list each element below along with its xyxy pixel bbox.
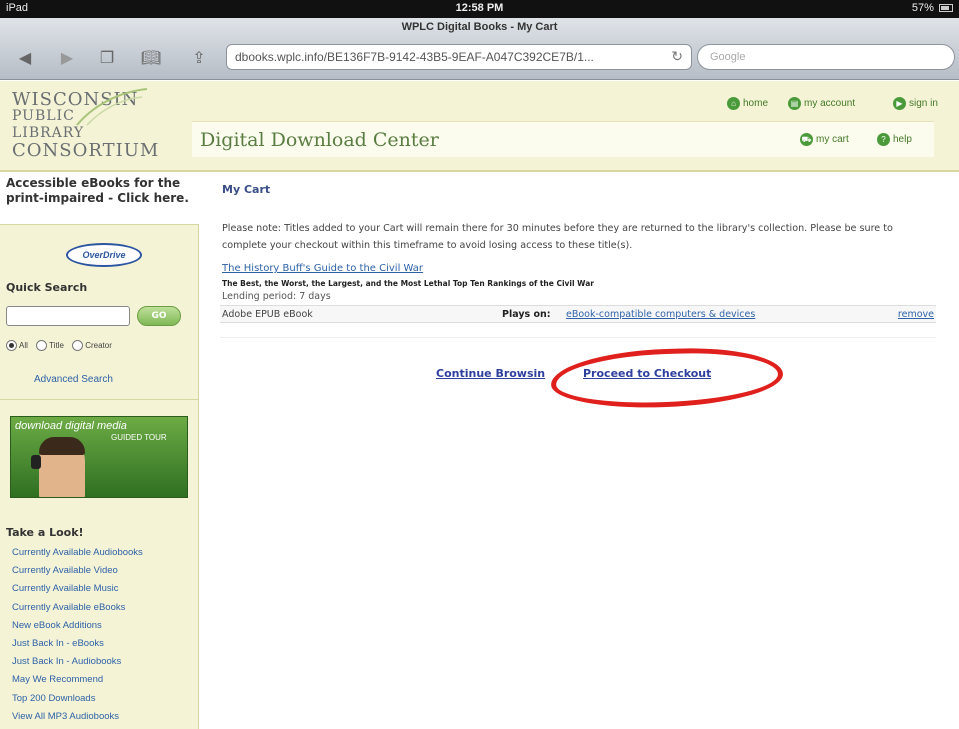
list-item[interactable]: New eBook Additions [12,617,143,635]
remove-link[interactable]: remove [898,309,934,320]
help-link[interactable]: ? help [877,133,912,146]
content-divider [220,337,936,338]
sign-in-link[interactable]: ▶ sign in [893,97,938,110]
address-bar[interactable]: dbooks.wplc.info/BE136F7B-9142-43B5-9EAF… [226,44,692,70]
format-label: Adobe EPUB eBook [222,309,313,320]
bookmarks-icon[interactable]: 📖︎ [140,48,162,68]
overdrive-logo[interactable]: OverDrive [66,243,142,267]
account-icon: ▤ [788,97,801,110]
tabs-icon[interactable]: ❐ [96,48,118,68]
radio-creator-label: Creator [85,341,112,350]
sidebar: Accessible eBooks for the print-impaired… [0,173,199,729]
list-item[interactable]: Currently Available Video [12,562,143,580]
help-icon: ? [877,133,890,146]
battery-indicator: 57% [912,2,953,14]
cart-icon: ⛟ [800,133,813,146]
logo-line: CONSORTIUM [12,140,160,161]
sign-in-icon: ▶ [893,97,906,110]
search-scope-radios: All Title Creator [6,340,118,351]
take-a-look-list: Currently Available Audiobooks Currently… [12,544,143,726]
home-label: home [743,98,769,110]
format-row: Adobe EPUB eBook Plays on: eBook-compati… [220,305,936,323]
list-item[interactable]: View All MP3 Audiobooks [12,708,143,726]
cart-note: Please note: Titles added to your Cart w… [222,223,893,251]
advanced-search-link[interactable]: Advanced Search [34,374,113,385]
list-item[interactable]: Just Back In - Audiobooks [12,653,143,671]
page-title: My Cart [222,183,271,196]
take-a-look-heading: Take a Look! [6,526,84,539]
annotation-circle [550,344,784,412]
search-placeholder: Google [710,51,746,63]
help-label: help [893,134,912,146]
radio-creator[interactable] [72,340,84,351]
list-item[interactable]: Currently Available eBooks [12,599,143,617]
sidebar-divider [0,399,199,400]
home-link[interactable]: ⌂ home [727,97,768,110]
radio-all-label: All [19,341,28,350]
item-title-link[interactable]: The History Buff's Guide to the Civil Wa… [222,263,423,274]
headphones-icon [31,455,41,469]
home-icon: ⌂ [727,97,740,110]
battery-percent: 57% [911,2,934,14]
consortium-logo[interactable]: WISCONSIN PUBLIC LIBRARY CONSORTIUM [12,88,182,161]
accessible-ebooks-link[interactable]: Accessible eBooks for the print-impaired… [0,173,199,225]
list-item[interactable]: Currently Available Music [12,580,143,598]
account-label: my account [804,98,856,110]
list-item[interactable]: Currently Available Audiobooks [12,544,143,562]
quick-search-label: Quick Search [6,281,88,294]
reload-icon[interactable]: ↻ [671,48,683,65]
back-icon[interactable]: ◀ [14,48,36,68]
search-field[interactable]: Google [697,44,955,70]
list-item[interactable]: Top 200 Downloads [12,690,143,708]
address-url: dbooks.wplc.info/BE136F7B-9142-43B5-9EAF… [235,50,594,64]
radio-title[interactable] [36,340,48,351]
site-header: WISCONSIN PUBLIC LIBRARY CONSORTIUM Digi… [0,81,959,172]
my-account-link[interactable]: ▤ my account [788,97,855,110]
cart-label: my cart [816,134,849,146]
forward-icon[interactable]: ▶ [56,48,78,68]
status-bar: iPad 12:58 PM 57% [0,0,959,18]
guided-tour-banner[interactable]: download digital media GUIDED TOUR [10,416,188,498]
browser-toolbar: WPLC Digital Books - My Cart ◀ ▶ ❐ 📖︎ ⇪ … [0,18,959,80]
plays-on-link[interactable]: eBook-compatible computers & devices [566,309,755,320]
share-icon[interactable]: ⇪ [188,48,210,68]
list-item[interactable]: Just Back In - eBooks [12,635,143,653]
tour-title: download digital media [15,420,127,432]
browser-page-title: WPLC Digital Books - My Cart [401,21,558,33]
main-content: My Cart Please note: Titles added to you… [200,173,959,729]
list-item[interactable]: May We Recommend [12,671,143,689]
tour-subtitle: GUIDED TOUR [111,433,167,442]
battery-icon [939,4,953,13]
lending-period: Lending period: 7 days [222,291,331,302]
site-title: Digital Download Center [200,129,439,151]
item-subtitle: The Best, the Worst, the Largest, and th… [222,279,594,288]
go-button[interactable]: GO [137,306,181,326]
radio-title-label: Title [49,341,64,350]
continue-browsing-link[interactable]: Continue Browsin [436,367,554,380]
logo-swoosh-icon [76,88,148,126]
plays-on-label: Plays on: [502,309,551,320]
quick-search-input[interactable] [6,306,130,326]
sign-in-label: sign in [909,98,938,110]
clock: 12:58 PM [455,2,504,14]
radio-all[interactable] [6,340,17,351]
tour-person-hair [39,437,85,455]
my-cart-link[interactable]: ⛟ my cart [800,133,849,146]
